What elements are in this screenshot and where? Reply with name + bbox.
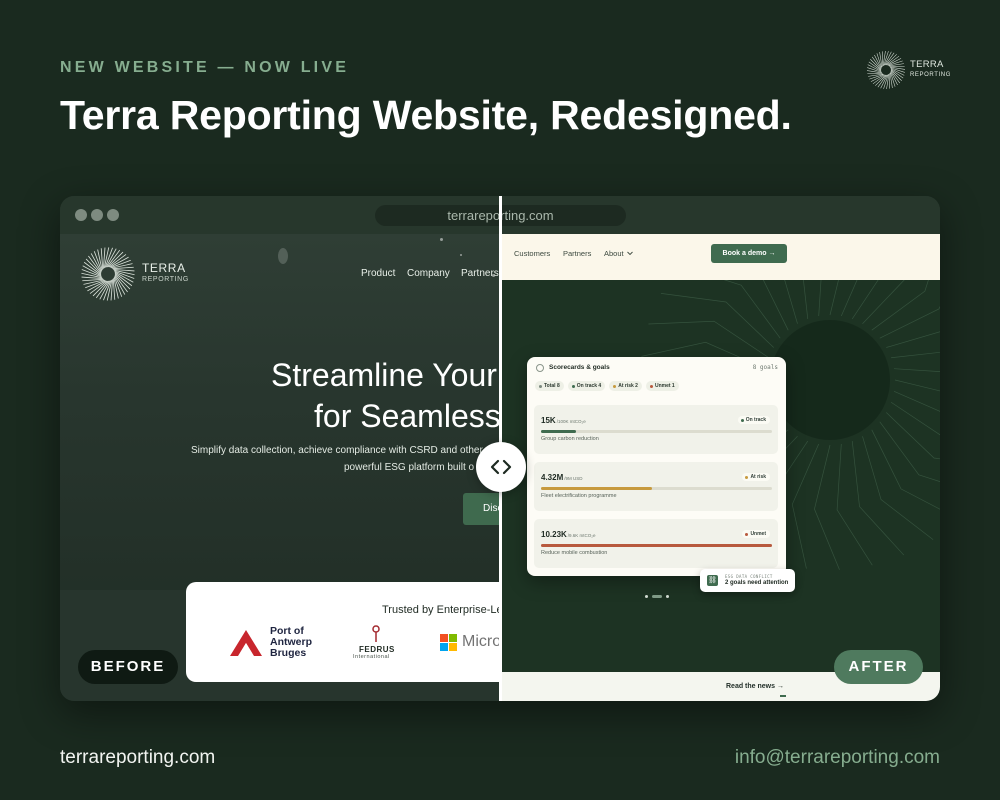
fedrus-logo-icon [372,625,380,642]
carousel-dot-active[interactable] [652,595,662,598]
before-hero-subtitle-line2: powerful ESG platform built o [344,462,475,473]
before-cta-button[interactable]: Disc [463,493,500,525]
goal-row[interactable]: 15K/100K mtCO₂e On track Group carbon re… [534,405,778,454]
goal-value-unit: /9M USD [564,476,583,481]
read-news-link[interactable]: Read the news → [726,683,784,690]
chevron-down-icon [627,251,633,256]
goal-row[interactable]: 10.23K/9.6K mtCO₂e Unmet Reduce mobile c… [534,519,778,568]
scorecard-icon [536,364,544,372]
water-drop [460,254,462,256]
fedrus-logo-sub: International [353,654,390,660]
goal-progress-track [541,487,772,490]
page-title: Terra Reporting Website, Redesigned. [60,92,792,138]
goal-value: 10.23K/9.6K mtCO₂e [541,530,596,539]
status-badge: At risk [742,473,770,481]
goal-progress-fill [541,430,576,433]
before-nav-company[interactable]: Company [407,268,450,279]
chip-total[interactable]: Total 8 [535,381,564,391]
scorecards-card: Scorecards & goals 8 goals Total 8 On tr… [527,357,786,576]
carousel-dot[interactable] [666,595,669,598]
brand-logo-sub: REPORTING [910,72,951,78]
before-hero-line2: for Seamless [314,398,500,434]
goal-label: Reduce mobile combustion [541,550,608,556]
alert-toast[interactable]: ⛓ ESG DATA CONFLICT 2 goals need attenti… [700,569,795,592]
after-nav-customers[interactable]: Customers [514,249,550,258]
goal-label: Fleet electrification programme [541,493,617,499]
port-of-antwerp-logo-icon [230,630,262,656]
scorecards-title: Scorecards & goals [549,364,610,371]
status-badge: Unmet [742,530,770,538]
chip-at-risk[interactable]: At risk 2 [609,381,642,391]
chip-on-track[interactable]: On track 4 [567,381,606,391]
terra-sunburst-icon [81,247,135,301]
goal-progress-track [541,544,772,547]
footer-email[interactable]: info@terrareporting.com [735,747,940,769]
goal-progress-track [541,430,772,433]
link-icon: ⛓ [707,575,718,586]
goal-value: 15K/100K mtCO₂e [541,416,586,425]
footer-website[interactable]: terrareporting.com [60,747,215,769]
book-demo-button[interactable]: Book a demo → [711,244,787,263]
port-line3: Bruges [270,647,307,659]
brand-logo-name: TERRA [910,59,944,70]
toast-kicker: ESG DATA CONFLICT [725,574,773,579]
goal-value-unit: /100K mtCO₂e [556,419,586,424]
port-of-antwerp-logo: Port of Antwerp Bruges [270,626,312,659]
goal-value-unit: /9.6K mtCO₂e [567,533,596,538]
comparison-slider-handle[interactable] [476,442,526,492]
window-maximize-dot[interactable] [107,209,119,221]
goal-label: Group carbon reduction [541,436,599,442]
goal-value-number: 4.32M [541,473,564,482]
goal-value: 4.32M/9M USD [541,473,583,482]
before-nav-product[interactable]: Product [361,268,395,279]
chevron-left-right-icon [490,459,512,475]
trusted-by-panel: Trusted by Enterprise-Le Port of Antwerp… [186,582,546,682]
before-logo[interactable]: TERRA REPORTING [80,246,189,302]
goal-row[interactable]: 4.32M/9M USD At risk Fleet electrificati… [534,462,778,511]
goal-value-number: 15K [541,416,556,425]
microsoft-logo-icon [440,634,458,652]
after-navbar: Customers Partners About Book a demo → [500,234,940,280]
microsoft-logo: Micro [462,633,502,650]
goal-progress-fill [541,544,772,547]
toast-text: 2 goals need attention [725,580,789,586]
status-badge: On track [737,416,770,424]
terra-sunburst-icon [866,50,906,90]
chip-unmet[interactable]: Unmet 1 [645,381,679,391]
before-nav-partners[interactable]: Partners [461,268,499,279]
after-nav-about[interactable]: About [604,249,624,258]
status-filter-chips: Total 8 On track 4 At risk 2 Unmet 1 [535,381,679,391]
after-label: AFTER [834,650,923,684]
before-hero-subtitle-line1: Simplify data collection, achieve compli… [191,445,483,456]
before-logo-sub: REPORTING [142,276,189,283]
trusted-by-title: Trusted by Enterprise-Le [382,604,503,616]
goals-count: 8 goals [752,364,778,371]
before-label: BEFORE [78,650,178,684]
before-logo-name: TERRA [142,261,186,275]
after-screenshot: Customers Partners About Book a demo → S… [500,234,940,701]
goal-value-number: 10.23K [541,530,567,539]
carousel-dot[interactable] [645,595,648,598]
window-close-dot[interactable] [75,209,87,221]
before-hero-line1: Streamline Your [271,357,497,393]
fedrus-logo: FEDRUS [359,645,395,654]
eyebrow: NEW WEBSITE — NOW LIVE [60,59,350,76]
slider-indicator [780,695,786,697]
brand-logo: TERRA REPORTING [866,50,951,90]
after-nav-partners[interactable]: Partners [563,249,591,258]
water-drop [278,248,288,264]
goal-progress-fill [541,487,652,490]
water-drop [440,238,443,241]
window-minimize-dot[interactable] [91,209,103,221]
